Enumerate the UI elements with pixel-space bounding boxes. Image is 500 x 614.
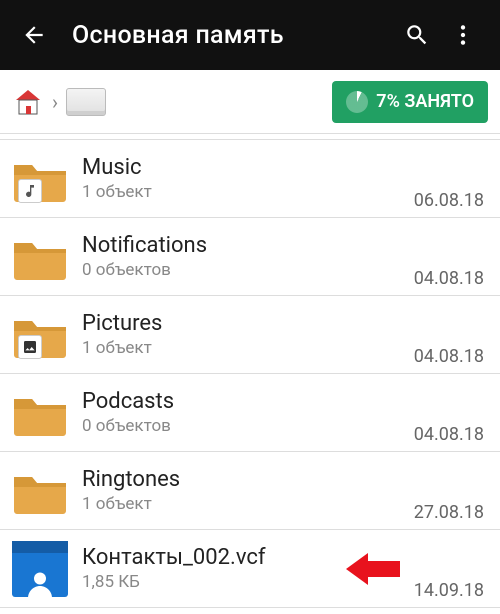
item-date: 04.08.18 — [414, 424, 484, 451]
drive-icon[interactable] — [66, 88, 106, 116]
item-date: 04.08.18 — [414, 346, 484, 373]
search-button[interactable] — [394, 22, 440, 48]
item-sub: 0 объектов — [82, 260, 414, 280]
back-button[interactable] — [14, 22, 54, 48]
item-sub: 1 объект — [82, 338, 414, 358]
file-list: Music 1 объект 06.08.18 Notifications 0 … — [0, 140, 500, 608]
contacts-file-icon — [12, 541, 68, 597]
folder-icon — [12, 229, 68, 285]
appbar: Основная память — [0, 0, 500, 70]
list-item[interactable]: Podcasts 0 объектов 04.08.18 — [0, 374, 500, 452]
item-date: 14.09.18 — [414, 580, 484, 607]
item-sub: 0 объектов — [82, 416, 414, 436]
item-date: 04.08.18 — [414, 268, 484, 295]
folder-icon — [12, 151, 68, 207]
list-item[interactable]: Music 1 объект 06.08.18 — [0, 140, 500, 218]
item-name: Notifications — [82, 233, 414, 258]
list-item[interactable]: Контакты_002.vcf 1,85 КБ 14.09.18 — [0, 530, 500, 608]
highlight-arrow-icon — [346, 551, 400, 587]
breadcrumb-separator-icon: › — [52, 90, 58, 114]
storage-usage-badge[interactable]: 7% ЗАНЯТО — [332, 81, 488, 123]
item-date: 27.08.18 — [414, 502, 484, 529]
item-name: Pictures — [82, 311, 414, 336]
home-icon[interactable] — [12, 86, 44, 118]
item-sub: 1 объект — [82, 182, 414, 202]
folder-icon — [12, 307, 68, 363]
item-sub: 1 объект — [82, 494, 414, 514]
folder-icon — [12, 463, 68, 519]
overflow-menu-button[interactable] — [440, 22, 486, 48]
item-name: Podcasts — [82, 389, 414, 414]
list-item[interactable]: Ringtones 1 объект 27.08.18 — [0, 452, 500, 530]
breadcrumb-bar: › 7% ЗАНЯТО — [0, 70, 500, 134]
item-date: 06.08.18 — [414, 190, 484, 217]
folder-icon — [12, 385, 68, 441]
list-item[interactable]: Pictures 1 объект 04.08.18 — [0, 296, 500, 374]
list-item[interactable]: Notifications 0 объектов 04.08.18 — [0, 218, 500, 296]
item-name: Music — [82, 155, 414, 180]
pie-icon — [346, 91, 368, 113]
usage-label: 7% ЗАНЯТО — [376, 91, 474, 112]
picture-icon — [18, 335, 42, 359]
item-name: Ringtones — [82, 467, 414, 492]
music-icon — [18, 179, 42, 203]
appbar-title: Основная память — [54, 21, 394, 50]
